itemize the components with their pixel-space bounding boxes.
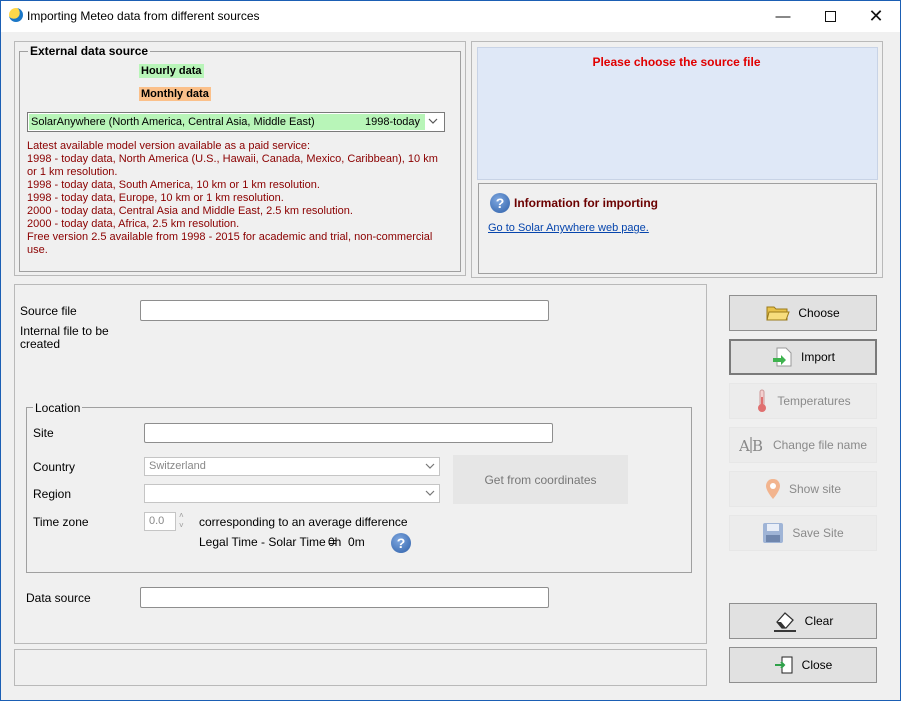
source-info-text: Latest available model version available…: [27, 140, 447, 257]
help-icon[interactable]: ?: [490, 193, 510, 213]
choose-label: Choose: [798, 306, 840, 320]
info-line: 1998 - today data, Europe, 10 km or 1 km…: [27, 192, 284, 204]
info-line: Free version 2.5 available from 1998 - 2…: [27, 231, 433, 243]
legal-time-label: Legal Time - Solar Time =: [199, 535, 337, 549]
country-label: Country: [33, 460, 76, 474]
save-site-label: Save Site: [792, 526, 844, 540]
maximize-icon: [824, 10, 836, 22]
show-site-button[interactable]: Show site: [729, 471, 877, 507]
chevron-down-icon: [425, 490, 435, 496]
timezone-spinner[interactable]: ˄ ˅: [179, 511, 184, 531]
eraser-icon: [773, 612, 796, 632]
source-select-value: SolarAnywhere (North America, Central As…: [31, 116, 315, 128]
map-pin-icon: [765, 479, 780, 499]
bottom-status-bar: [14, 649, 707, 686]
chevron-down-icon: [428, 118, 438, 124]
get-from-coordinates-button[interactable]: Get from coordinates: [453, 455, 628, 504]
close-window-button[interactable]: ✕: [853, 1, 899, 31]
clear-label: Clear: [804, 614, 834, 628]
source-select[interactable]: SolarAnywhere (North America, Central As…: [27, 112, 445, 132]
svg-text:A: A: [739, 437, 750, 455]
minimize-icon: —: [775, 7, 791, 25]
get-from-coordinates-label: Get from coordinates: [484, 472, 597, 487]
rename-icon: A B: [739, 437, 763, 455]
hourly-data-label[interactable]: Hourly data: [139, 64, 204, 78]
monthly-data-label[interactable]: Monthly data: [139, 87, 211, 101]
import-file-icon: [772, 347, 792, 367]
legal-time-value: 0h 0m: [328, 535, 365, 549]
thermometer-icon: [758, 389, 767, 412]
source-file-label: Source file: [20, 304, 77, 318]
close-label: Close: [801, 658, 833, 672]
source-file-input[interactable]: [140, 300, 549, 321]
info-line: 2000 - today data, Central Asia and Midd…: [27, 205, 353, 217]
country-select[interactable]: Switzerland: [144, 457, 440, 476]
data-source-label: Data source: [26, 591, 91, 605]
site-label: Site: [33, 426, 54, 440]
import-label: Import: [800, 350, 835, 364]
source-select-period: 1998-today: [365, 116, 421, 128]
help-icon[interactable]: ?: [391, 533, 411, 553]
timezone-description: corresponding to an average difference: [199, 515, 408, 529]
location-legend: Location: [33, 401, 83, 415]
region-select[interactable]: [144, 484, 440, 503]
exit-icon: [774, 656, 793, 674]
folder-open-icon: [766, 306, 791, 321]
close-icon: ✕: [868, 5, 884, 26]
data-source-input[interactable]: [140, 587, 549, 608]
temperatures-label: Temperatures: [777, 394, 851, 408]
country-select-value: Switzerland: [149, 460, 206, 472]
region-label: Region: [33, 487, 72, 501]
window-title: Importing Meteo data from different sour…: [27, 9, 260, 23]
internal-file-label: Internal file to be created: [20, 324, 109, 351]
timezone-label: Time zone: [33, 515, 89, 529]
info-line: use.: [27, 244, 48, 256]
info-line: or 1 km resolution.: [27, 166, 118, 178]
svg-text:B: B: [752, 437, 763, 455]
info-line: 1998 - today data, South America, 10 km …: [27, 179, 320, 191]
floppy-disk-icon: [763, 523, 784, 543]
temperatures-button[interactable]: Temperatures: [729, 383, 877, 419]
choose-button[interactable]: Choose: [729, 295, 877, 331]
timezone-input[interactable]: 0.0: [144, 512, 176, 531]
import-info-title: Information for importing: [514, 196, 658, 210]
maximize-button[interactable]: [807, 1, 853, 31]
status-message: Please choose the source file: [592, 55, 761, 69]
info-line: 2000 - today data, Africa, 2.5 km resolu…: [27, 218, 240, 230]
app-icon: [9, 8, 23, 22]
timezone-value: 0.0: [149, 515, 165, 527]
chevron-down-icon: [425, 463, 435, 469]
info-line: 1998 - today data, North America (U.S., …: [27, 153, 438, 165]
site-input[interactable]: [144, 423, 553, 443]
change-file-name-button[interactable]: A B Change file name: [729, 427, 877, 463]
show-site-label: Show site: [788, 482, 842, 496]
solar-anywhere-link[interactable]: Go to Solar Anywhere web page.: [488, 222, 649, 234]
info-line: Latest available model version available…: [27, 140, 311, 152]
minimize-button[interactable]: —: [760, 1, 806, 31]
close-button[interactable]: Close: [729, 647, 877, 683]
import-button[interactable]: Import: [729, 339, 877, 375]
clear-button[interactable]: Clear: [729, 603, 877, 639]
save-site-button[interactable]: Save Site: [729, 515, 877, 551]
change-file-name-label: Change file name: [772, 438, 868, 452]
external-source-legend: External data source: [28, 44, 151, 58]
